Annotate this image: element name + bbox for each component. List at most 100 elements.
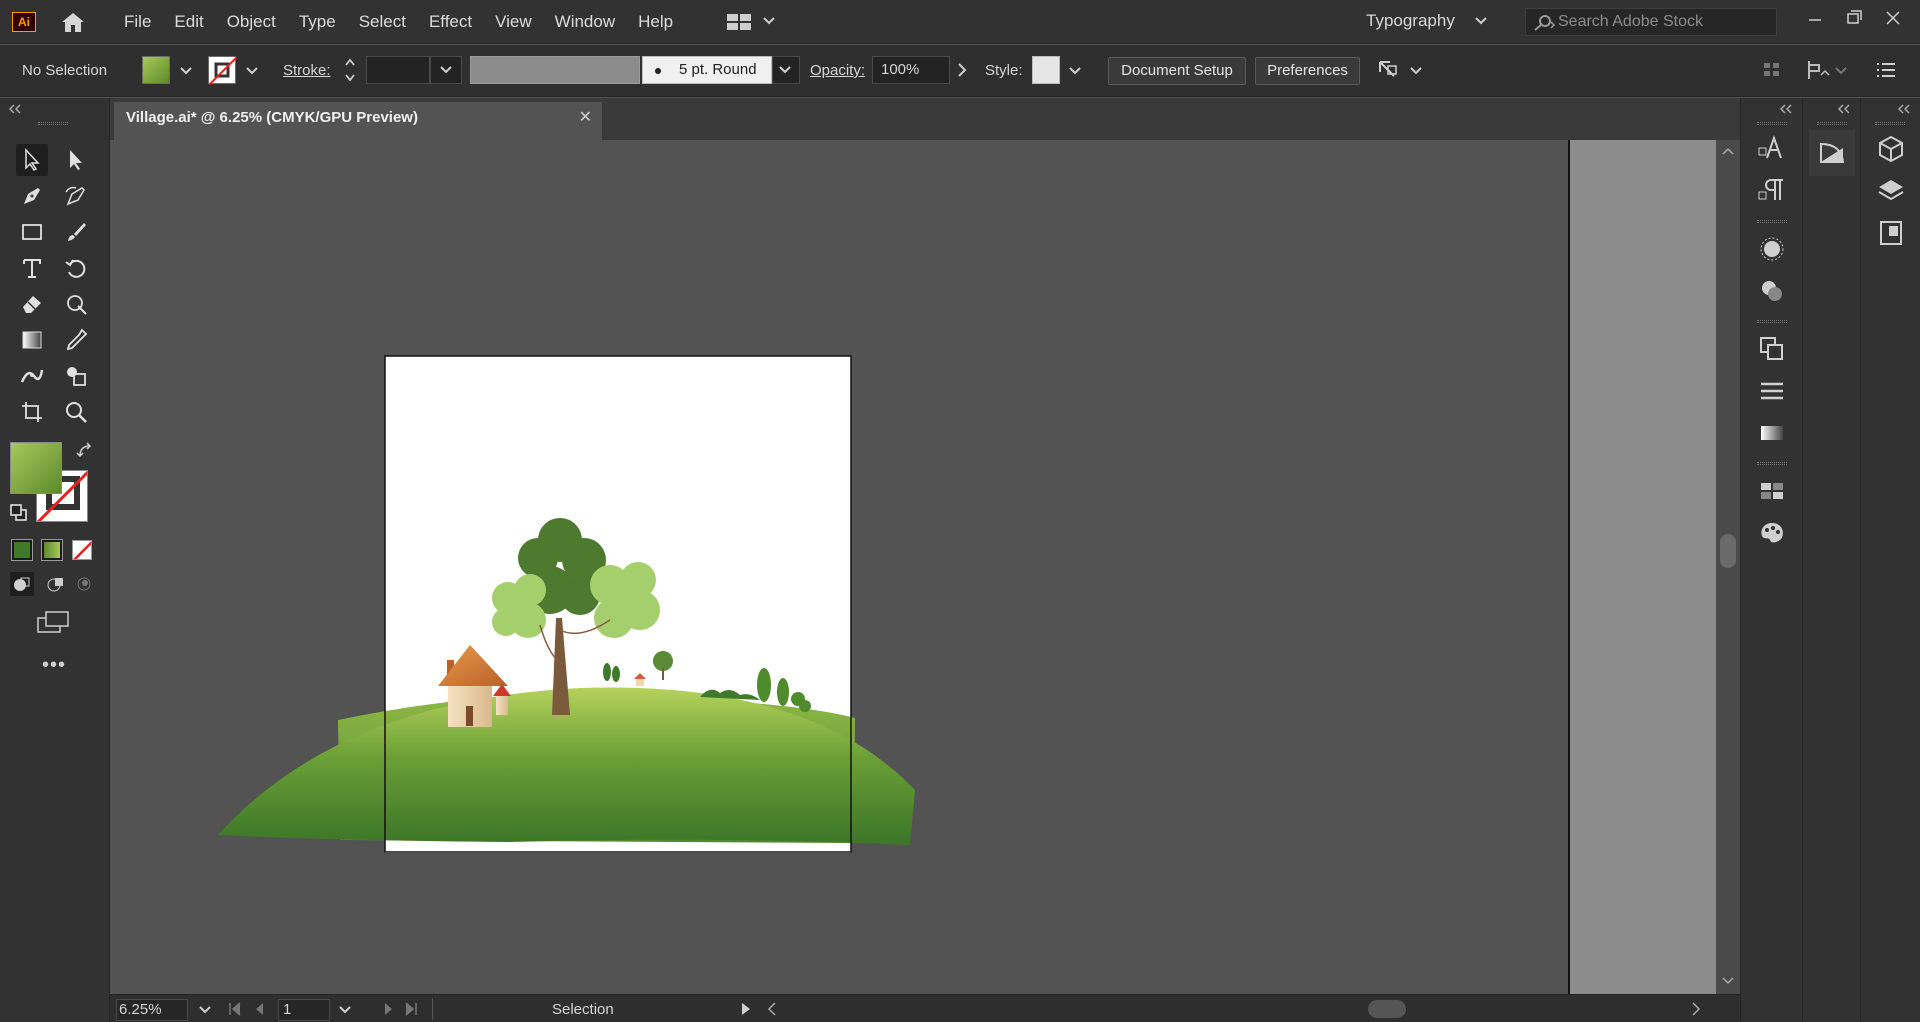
- transform-panel-icon[interactable]: [1757, 334, 1787, 364]
- panel-menu-icon[interactable]: [1875, 59, 1897, 81]
- canvas[interactable]: [110, 140, 1716, 994]
- restore-icon[interactable]: [1840, 8, 1866, 28]
- close-tab-icon[interactable]: ✕: [579, 102, 592, 134]
- artboard-number-field[interactable]: 1: [278, 999, 330, 1021]
- appearance-icon[interactable]: [1757, 234, 1787, 264]
- brush-definition[interactable]: 5 pt. Round: [642, 56, 772, 84]
- panel-grip[interactable]: [1875, 122, 1905, 125]
- eyedropper-tool[interactable]: [60, 324, 92, 356]
- direct-selection-tool[interactable]: [60, 144, 92, 176]
- rotate-tool[interactable]: [60, 252, 92, 284]
- stroke-label[interactable]: Stroke:: [283, 62, 331, 79]
- more-tools-icon[interactable]: •••: [42, 654, 66, 677]
- variable-width-profile[interactable]: [470, 56, 640, 84]
- next-artboard-icon[interactable]: [382, 1002, 396, 1016]
- fill-color-box[interactable]: [10, 442, 62, 494]
- home-icon[interactable]: [60, 11, 86, 33]
- zoom-field[interactable]: 6.25%: [116, 999, 188, 1021]
- vertical-scroll-thumb[interactable]: [1720, 534, 1736, 568]
- rectangle-tool[interactable]: [16, 216, 48, 248]
- menu-window[interactable]: Window: [555, 12, 615, 32]
- chevron-down-icon[interactable]: [245, 64, 259, 78]
- scroll-right-icon[interactable]: [1690, 1002, 1702, 1016]
- graphic-styles-icon[interactable]: [1757, 276, 1787, 306]
- chevron-down-icon[interactable]: [338, 1003, 352, 1017]
- eraser-tool[interactable]: [16, 288, 48, 320]
- menu-object[interactable]: Object: [227, 12, 276, 32]
- status-menu-icon[interactable]: [740, 1002, 752, 1016]
- curvature-tool[interactable]: [60, 180, 92, 212]
- panel-grip[interactable]: [1757, 122, 1787, 125]
- color-palette-icon[interactable]: [1757, 518, 1787, 548]
- artboard-tool[interactable]: [16, 396, 48, 428]
- menu-select[interactable]: Select: [359, 12, 406, 32]
- scroll-up-icon[interactable]: [1722, 146, 1734, 156]
- swap-colors-icon[interactable]: [76, 442, 96, 462]
- draw-behind-icon[interactable]: [42, 572, 66, 596]
- menu-help[interactable]: Help: [638, 12, 673, 32]
- opacity-field[interactable]: 100%: [872, 56, 950, 84]
- screen-mode-icon[interactable]: [36, 610, 70, 634]
- swatches-icon[interactable]: [1757, 476, 1787, 506]
- fill-swatch[interactable]: [142, 56, 170, 84]
- chevron-down-icon[interactable]: [1475, 16, 1487, 26]
- document-setup-button[interactable]: Document Setup: [1108, 57, 1246, 85]
- menu-view[interactable]: View: [495, 12, 532, 32]
- preferences-button[interactable]: Preferences: [1255, 57, 1360, 85]
- panel-grip[interactable]: [1757, 320, 1787, 323]
- paintbrush-tool[interactable]: [60, 216, 92, 248]
- vertical-scrollbar[interactable]: [1716, 140, 1740, 994]
- default-colors-icon[interactable]: [10, 504, 28, 522]
- width-tool[interactable]: [16, 360, 48, 392]
- last-artboard-icon[interactable]: [404, 1002, 418, 1016]
- collapse-panel-icon[interactable]: [8, 104, 22, 114]
- panel-grip[interactable]: [1757, 220, 1787, 223]
- first-artboard-icon[interactable]: [228, 1002, 242, 1016]
- panel-grip[interactable]: [1757, 462, 1787, 465]
- menu-effect[interactable]: Effect: [429, 12, 472, 32]
- stroke-stepper[interactable]: [343, 55, 357, 85]
- type-tool[interactable]: [16, 252, 48, 284]
- collapse-panel-icon[interactable]: [1837, 104, 1851, 114]
- graphic-style-swatch[interactable]: [1032, 56, 1060, 84]
- libraries-icon[interactable]: [1876, 134, 1906, 164]
- opacity-label[interactable]: Opacity:: [810, 62, 865, 79]
- select-similar-icon[interactable]: [1376, 58, 1402, 82]
- artboards-panel-icon[interactable]: [1876, 218, 1906, 248]
- character-icon[interactable]: [1757, 134, 1787, 164]
- layers-icon[interactable]: [1876, 176, 1906, 206]
- pen-tool[interactable]: [16, 180, 48, 212]
- transform-icon[interactable]: [1806, 59, 1830, 81]
- draw-inside-icon[interactable]: [72, 572, 96, 596]
- scroll-left-icon[interactable]: [766, 1002, 778, 1016]
- none-mode-button[interactable]: [72, 540, 92, 560]
- menu-type[interactable]: Type: [299, 12, 336, 32]
- brush-dropdown[interactable]: [772, 56, 800, 84]
- puppet-warp-tool[interactable]: [60, 288, 92, 320]
- stroke-swatch[interactable]: [208, 56, 238, 86]
- previous-artboard-icon[interactable]: [252, 1002, 266, 1016]
- zoom-tool[interactable]: [60, 396, 92, 428]
- chevron-down-icon[interactable]: [1068, 64, 1082, 78]
- draw-normal-button[interactable]: [10, 572, 34, 596]
- active-panel-tab[interactable]: [1809, 130, 1855, 176]
- panel-grip[interactable]: [1817, 122, 1847, 125]
- chevron-down-icon[interactable]: [1409, 64, 1423, 78]
- shape-builder-tool[interactable]: [60, 360, 92, 392]
- collapse-panel-icon[interactable]: [1897, 104, 1911, 114]
- gradient-mode-button[interactable]: [41, 539, 63, 561]
- horizontal-scroll-thumb[interactable]: [1368, 1000, 1406, 1018]
- stroke-weight-dropdown[interactable]: [430, 56, 462, 84]
- color-mode-button[interactable]: [11, 539, 33, 561]
- document-tab[interactable]: Village.ai* @ 6.25% (CMYK/GPU Preview) ✕: [114, 102, 602, 140]
- collapse-panel-icon[interactable]: [1779, 104, 1793, 114]
- workspace-switcher[interactable]: Typography: [1366, 11, 1455, 31]
- minimize-icon[interactable]: [1802, 8, 1828, 28]
- gradient-panel-icon[interactable]: [1757, 418, 1787, 448]
- menu-file[interactable]: File: [124, 12, 151, 32]
- panel-grip[interactable]: [38, 122, 68, 125]
- chevron-down-icon[interactable]: [1834, 64, 1848, 78]
- gradient-tool[interactable]: [16, 324, 48, 356]
- chevron-right-icon[interactable]: [956, 63, 968, 77]
- chevron-down-icon[interactable]: [198, 1003, 212, 1017]
